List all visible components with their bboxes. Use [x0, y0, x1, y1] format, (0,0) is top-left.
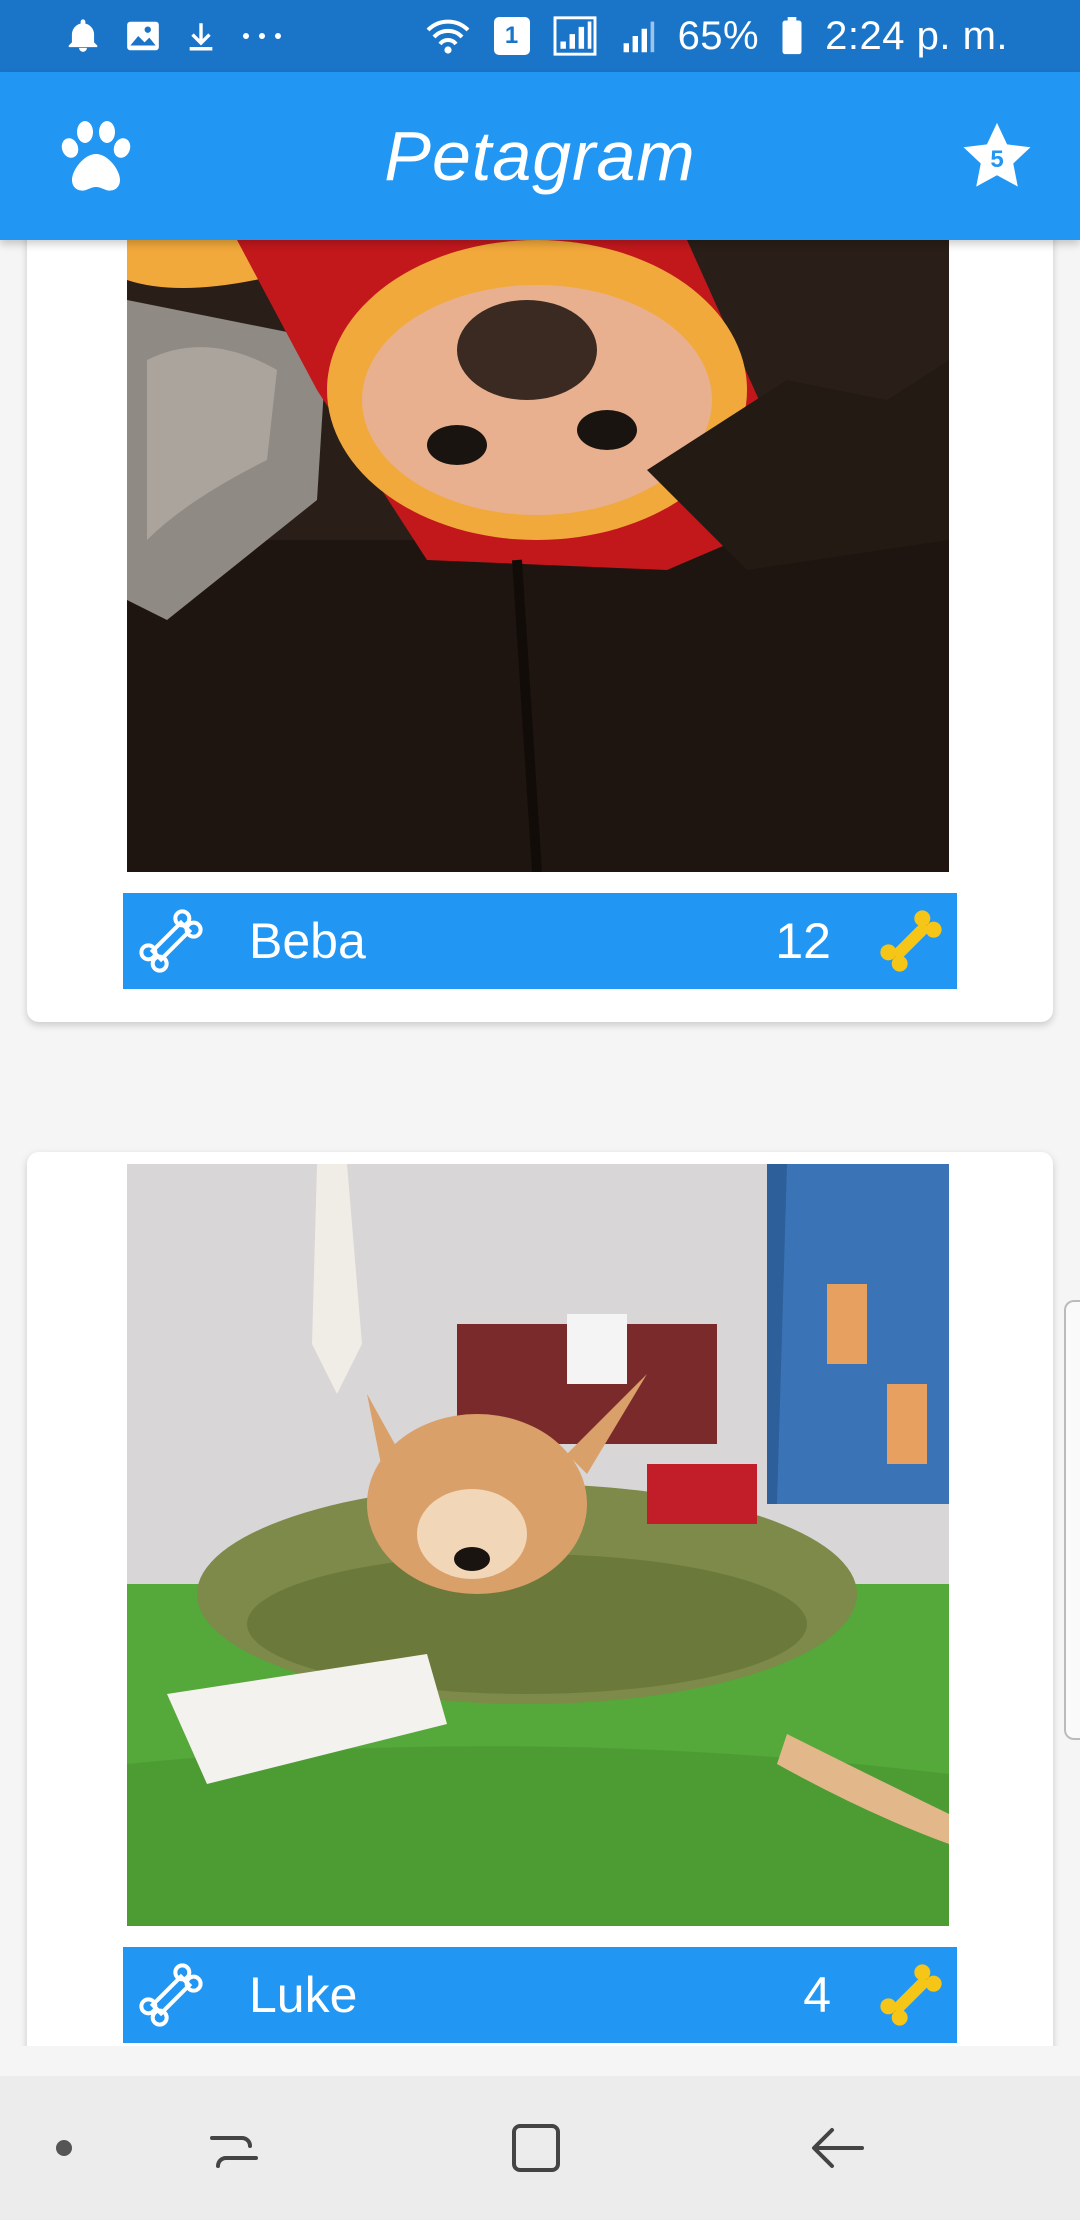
pet-card: Beba 12	[27, 240, 1053, 1022]
gallery-icon	[124, 17, 162, 55]
sim-badge: 1	[493, 17, 530, 55]
pet-info-bar: Beba 12	[123, 893, 957, 989]
pet-info-bar: Luke 4	[123, 1947, 957, 2043]
pet-photo	[127, 240, 949, 872]
nav-dot-indicator	[56, 2140, 72, 2156]
more-dots-icon	[240, 26, 284, 46]
favorites-count: 5	[990, 146, 1004, 173]
recents-button[interactable]	[202, 2116, 266, 2180]
status-right-icons: 1 65% 2:24 p. m.	[424, 14, 1008, 59]
pet-likes-count: 12	[775, 913, 831, 969]
paw-icon	[61, 121, 131, 191]
notification-bell-icon	[64, 16, 102, 56]
app-bar: Petagram 5	[0, 72, 1080, 240]
favorites-button[interactable]: 5	[958, 118, 1036, 196]
pet-name: Beba	[249, 913, 366, 969]
rating-bone-icon	[880, 1964, 942, 2026]
status-bar: 1 65% 2:24 p. m.	[0, 0, 1080, 72]
pet-likes-count: 4	[803, 1967, 831, 2023]
pet-name: Luke	[249, 1967, 358, 2023]
system-nav-bar	[0, 2076, 1080, 2220]
pet-card: Luke 4	[27, 1152, 1053, 2046]
pet-photo	[127, 1164, 949, 1926]
back-button[interactable]	[806, 2116, 870, 2180]
rating-bone-icon	[880, 910, 942, 972]
like-bone-button[interactable]	[133, 903, 209, 979]
status-left-icons	[64, 16, 284, 56]
signal-icon	[552, 16, 598, 56]
home-button[interactable]	[504, 2116, 568, 2180]
like-bone-button[interactable]	[133, 1957, 209, 2033]
battery-percentage: 65%	[677, 13, 760, 58]
clock: 2:24 p. m.	[825, 13, 1008, 58]
signal-2-icon	[620, 16, 656, 56]
download-icon	[184, 17, 218, 55]
battery-icon	[781, 17, 803, 55]
wifi-icon	[424, 16, 472, 56]
pet-list[interactable]: Beba 12 Luke 4	[0, 240, 1080, 2046]
app-title: Petagram	[384, 117, 696, 195]
scrollbar-thumb[interactable]	[1064, 1300, 1080, 1740]
